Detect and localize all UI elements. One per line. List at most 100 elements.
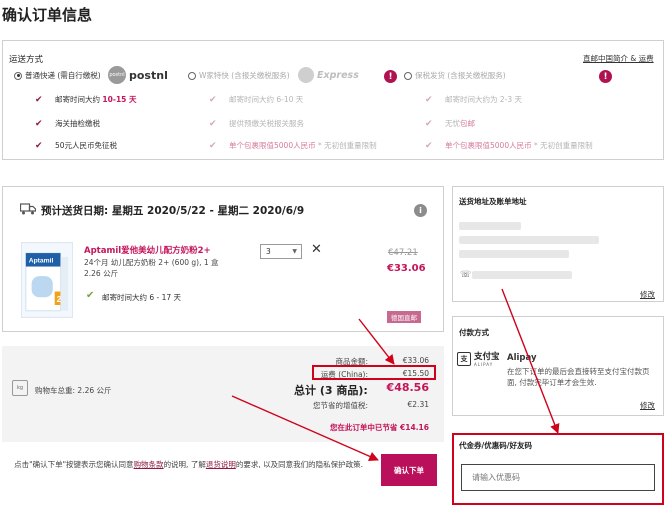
feature-row: ✔ 单个包裹限值5000人民币 * 无初创重量限制 — [425, 140, 593, 151]
feature-text: * 无初创重量限制 — [533, 141, 593, 150]
product-weight: 2.26 公斤 — [84, 269, 119, 278]
terms-part: 的要求, 以及同意我们的隐私保护政策. — [235, 460, 363, 469]
address-title: 送货地址及账单地址 — [459, 197, 527, 206]
shipping-info-link[interactable]: 直邮中国简介 & 运费 — [583, 53, 654, 64]
alipay-logo-text: 支付宝 — [474, 352, 500, 362]
check-icon: ✔ — [209, 94, 217, 105]
radio-icon[interactable] — [188, 71, 196, 80]
goods-amount-value: €33.06 — [402, 356, 429, 365]
radio-selected-icon[interactable] — [14, 71, 22, 80]
alipay-icon: 支 — [457, 351, 471, 366]
product-image[interactable]: Aptamil 2 — [21, 242, 73, 318]
post-disc-icon: postnl — [108, 66, 126, 84]
alipay-logo: 支 支付宝 ALIPAY — [457, 350, 500, 367]
shipping-fee-value: €15.50 — [402, 369, 429, 378]
postnl-logo: postnl postnl — [108, 66, 168, 84]
shipping-option-label: 保税发货 (含报关缴税服务) — [415, 71, 506, 80]
feature-highlight: 包邮 — [460, 119, 475, 128]
vat-saved-value: €2.31 — [407, 400, 429, 409]
shipping-option-label: 普通快递 (需自行缴税) — [25, 71, 101, 80]
sale-price: €33.06 — [387, 263, 426, 274]
payment-title: 付款方式 — [459, 328, 489, 337]
feature-text: 邮寄时间大约 — [55, 95, 100, 104]
coupon-title: 代金券/优惠码/好友码 — [459, 441, 532, 450]
return-policy-link[interactable]: 退货说明 — [206, 460, 236, 469]
shipping-label: 运送方式 — [9, 55, 44, 65]
feature-row: ✔ 单个包裹限值5000人民币 * 无初创重量限制 — [209, 140, 377, 151]
feature-text: 海关抽检缴税 — [55, 119, 100, 128]
express-logo: Express — [298, 67, 359, 83]
page-title: 确认订单信息 — [2, 6, 93, 24]
feature-row: ✔ 邮寄时间大约 10-15 天 — [35, 94, 137, 105]
feature-text: 无忧 — [445, 119, 460, 128]
payment-description: 在您下订单的最后会直接转至支付宝付款页面, 付款完毕订单才会生效. — [507, 367, 650, 387]
phone-redacted — [472, 271, 572, 279]
terms-part: 的说明, 了解 — [163, 460, 206, 469]
check-icon: ✔ — [425, 140, 433, 151]
purchase-terms-link[interactable]: 购物条款 — [134, 460, 164, 469]
shipping-option-express[interactable]: W家特快 (含报关缴税服务) — [188, 70, 290, 81]
remove-item-icon[interactable]: ✕ — [311, 242, 322, 257]
check-icon: ✔ — [35, 140, 43, 151]
quantity-value: 3 — [266, 247, 271, 256]
check-icon: ✔ — [209, 118, 217, 129]
check-icon: ✔ — [425, 118, 433, 129]
warning-icon: ! — [599, 70, 612, 83]
express-text: Express — [317, 69, 359, 81]
phone-icon: ☏ — [460, 270, 472, 280]
address-line-redacted — [459, 250, 569, 258]
feature-text: 邮寄时间大约 6-10 天 — [229, 95, 304, 104]
check-icon: ✔ — [209, 140, 217, 151]
original-price: €47.21 — [388, 248, 418, 258]
check-icon: ✔ — [425, 94, 433, 105]
chevron-down-icon: ▼ — [292, 248, 297, 255]
alipay-logo-sub: ALIPAY — [474, 362, 494, 367]
shipping-option-bonded[interactable]: 保税发货 (含报关缴税服务) — [404, 70, 506, 81]
feature-highlight: 单个包裹限值5000人民币 — [229, 141, 316, 150]
feature-highlight: 单个包裹限值5000人民币 — [445, 141, 532, 150]
info-icon[interactable]: i — [414, 204, 427, 217]
feature-text: 提供预缴关税报关服务 — [229, 119, 304, 128]
vat-saved-label: 您节省的增值税: — [312, 401, 368, 410]
feature-text: 50元人民币免征税 — [55, 141, 118, 150]
radio-icon[interactable] — [404, 71, 412, 80]
cart-weight: 购物车总重: 2.26 公斤 — [35, 386, 112, 395]
edit-address-link[interactable]: 修改 — [640, 289, 655, 300]
terms-text: 点击"确认下单"按键表示您确认同意购物条款的说明, 了解退货说明的要求, 以及同… — [8, 459, 363, 471]
postnl-text: postnl — [129, 68, 168, 82]
direct-mail-badge: 德国直邮 — [387, 311, 421, 323]
product-ship-time: 邮寄时间大约 6 - 17 天 — [102, 293, 182, 302]
feature-row: ✔ 邮寄时间大约为 2-3 天 — [425, 94, 522, 105]
payment-method-name: Alipay — [507, 353, 537, 363]
delivery-date-title: 预计送货日期: 星期五 2020/5/22 - 星期二 2020/6/9 — [41, 205, 305, 217]
express-disc-icon — [298, 67, 314, 83]
terms-part: 点击"确认下单"按键表示您确认同意 — [14, 460, 134, 469]
truck-icon — [20, 203, 36, 215]
feature-row: ✔ 无忧 包邮 — [425, 118, 475, 129]
address-line-redacted — [459, 222, 521, 230]
total-value: €48.56 — [386, 381, 429, 394]
product-description: 24个月 幼儿配方奶粉 2+ (600 g), 1 盒 2.26 公斤 — [84, 257, 264, 279]
total-label: 总计 (3 商品): — [294, 384, 368, 397]
check-icon: ✔ — [86, 290, 95, 301]
address-line-redacted — [459, 236, 599, 244]
savings-line: 您在此订单中已节省 €14.16 — [329, 423, 429, 432]
product-name-link[interactable]: Aptamil爱他美幼儿配方奶粉2+ — [84, 244, 211, 256]
feature-row: ✔ 提供预缴关税报关服务 — [209, 118, 304, 129]
confirm-order-button[interactable]: 确认下单 — [381, 454, 437, 486]
feature-row: ✔ 海关抽检缴税 — [35, 118, 100, 129]
product-brand-text: Aptamil — [29, 258, 54, 265]
product-desc-line: 24个月 幼儿配方奶粉 2+ (600 g), 1 盒 — [84, 258, 219, 267]
check-icon: ✔ — [35, 94, 43, 105]
feature-highlight: 10-15 天 — [102, 95, 137, 104]
shipping-option-label: W家特快 (含报关缴税服务) — [199, 71, 290, 80]
feature-text: * 无初创重量限制 — [317, 141, 377, 150]
shipping-fee-label: 运费 (China): — [320, 370, 368, 379]
shipping-option-standard[interactable]: 普通快递 (需自行缴税) — [14, 70, 101, 81]
edit-payment-link[interactable]: 修改 — [640, 400, 655, 411]
feature-text: 邮寄时间大约为 2-3 天 — [445, 95, 523, 104]
quantity-select[interactable]: 3 ▼ — [260, 244, 302, 259]
feature-row: ✔ 50元人民币免征税 — [35, 140, 117, 151]
warning-icon: ! — [384, 70, 397, 83]
coupon-code-input[interactable] — [461, 464, 655, 491]
